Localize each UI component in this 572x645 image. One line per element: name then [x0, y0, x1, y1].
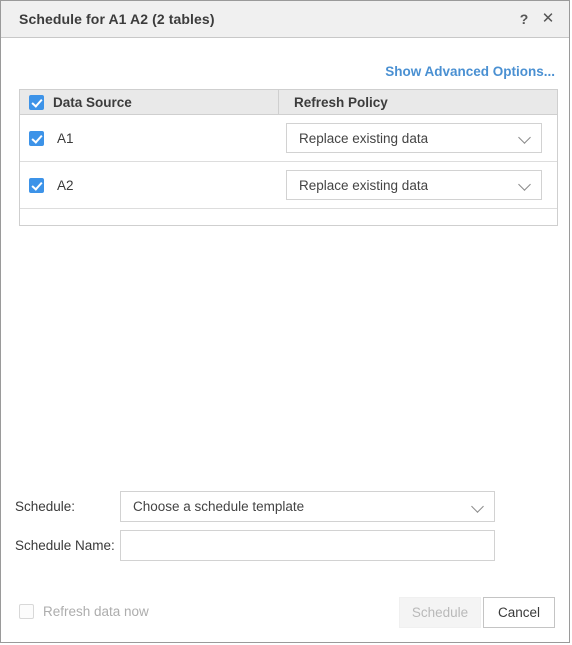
chevron-down-icon — [518, 178, 531, 191]
dialog-title: Schedule for A1 A2 (2 tables) — [19, 11, 215, 27]
schedule-name-label: Schedule Name: — [15, 538, 115, 553]
refresh-policy-value: Replace existing data — [299, 177, 429, 193]
table-row: A2 Replace existing data — [20, 162, 557, 209]
select-all-checkbox[interactable] — [29, 94, 44, 110]
show-advanced-options-link[interactable]: Show Advanced Options... — [385, 64, 555, 79]
table-header-row: Data Source Refresh Policy — [20, 89, 557, 115]
refresh-data-now-control[interactable]: Refresh data now — [19, 604, 149, 619]
help-icon[interactable]: ? — [515, 9, 533, 29]
close-icon[interactable]: ✕ — [539, 9, 557, 29]
row-cell-data-source: A2 — [20, 162, 279, 208]
chevron-down-icon — [518, 131, 531, 144]
refresh-policy-select[interactable]: Replace existing data — [286, 170, 542, 200]
schedule-template-value: Choose a schedule template — [133, 499, 305, 514]
schedule-name-field: Schedule Name: — [15, 530, 555, 561]
data-source-table: Data Source Refresh Policy A1 Replace ex… — [19, 89, 558, 226]
schedule-button[interactable]: Schedule — [399, 597, 481, 628]
cancel-button[interactable]: Cancel — [483, 597, 555, 628]
data-source-name: A1 — [57, 130, 74, 146]
table-row: A1 Replace existing data — [20, 115, 557, 162]
schedule-name-input[interactable] — [120, 530, 495, 561]
schedule-label: Schedule: — [15, 499, 76, 514]
chevron-down-icon — [471, 499, 484, 513]
schedule-template-select[interactable]: Choose a schedule template — [120, 491, 495, 522]
row-cell-refresh-policy: Replace existing data — [279, 162, 557, 208]
dialog-footer: Refresh data now Schedule Cancel — [1, 588, 569, 642]
schedule-dialog: Schedule for A1 A2 (2 tables) ? ✕ Show A… — [0, 0, 570, 643]
table-empty-row — [20, 209, 557, 225]
refresh-policy-select[interactable]: Replace existing data — [286, 123, 542, 153]
row-cell-refresh-policy: Replace existing data — [279, 115, 557, 161]
row-checkbox[interactable] — [29, 177, 44, 193]
column-header-refresh-policy: Refresh Policy — [294, 94, 388, 110]
data-source-name: A2 — [57, 177, 74, 193]
row-checkbox[interactable] — [29, 130, 44, 146]
refresh-data-now-checkbox[interactable] — [19, 604, 34, 619]
header-cell-refresh-policy: Refresh Policy — [279, 90, 557, 114]
refresh-data-now-label: Refresh data now — [43, 604, 149, 619]
schedule-template-field: Schedule: Choose a schedule template — [15, 491, 555, 522]
refresh-policy-value: Replace existing data — [299, 130, 429, 146]
row-cell-data-source: A1 — [20, 115, 279, 161]
header-cell-data-source: Data Source — [20, 90, 279, 114]
dialog-body: Show Advanced Options... Data Source Ref… — [1, 38, 569, 642]
dialog-titlebar: Schedule for A1 A2 (2 tables) ? ✕ — [1, 1, 569, 38]
column-header-data-source: Data Source — [53, 94, 132, 110]
